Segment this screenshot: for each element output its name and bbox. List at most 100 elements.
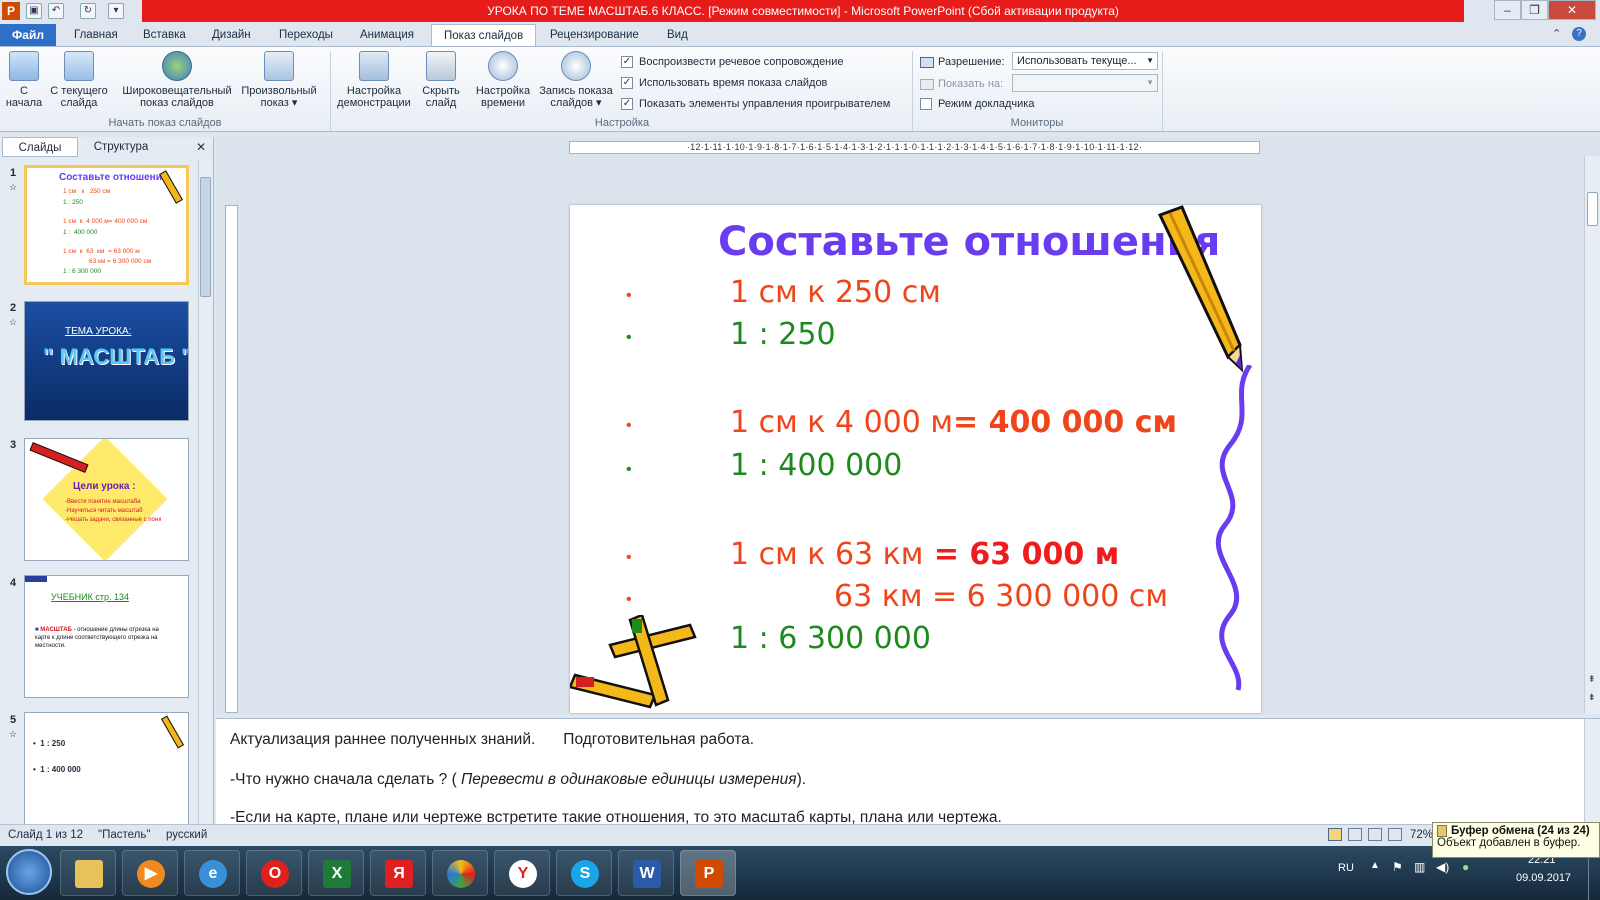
slide-number: 1 bbox=[10, 167, 17, 179]
ribbon-divider bbox=[1162, 51, 1163, 131]
tray-network-icon[interactable]: ▥ bbox=[1414, 860, 1425, 874]
tab-home[interactable]: Главная bbox=[62, 24, 130, 46]
taskbar-explorer[interactable] bbox=[60, 850, 116, 896]
from-current-button[interactable]: С текущего слайда bbox=[48, 51, 110, 109]
clipboard-notification[interactable]: Буфер обмена (24 из 24) Объект добавлен … bbox=[1432, 822, 1600, 858]
current-slide[interactable]: Составьте отношения • 1 см к 250 см • 1 … bbox=[570, 205, 1261, 713]
bullet: • bbox=[626, 461, 632, 478]
slideshow-view-icon[interactable] bbox=[1388, 828, 1402, 841]
taskbar-word[interactable]: W bbox=[618, 850, 674, 896]
normal-view-icon[interactable] bbox=[1328, 828, 1342, 841]
tab-file[interactable]: Файл bbox=[0, 24, 56, 46]
rehearse-timings-button[interactable]: Настройка времени bbox=[472, 51, 534, 109]
editor-vertical-scrollbar[interactable]: ⇞ ⇟ bbox=[1584, 156, 1600, 714]
tab-slides[interactable]: Слайды bbox=[2, 137, 78, 157]
tab-transitions[interactable]: Переходы bbox=[267, 24, 345, 46]
save-icon[interactable]: ▣ bbox=[26, 3, 42, 19]
slides-scrollbar[interactable] bbox=[198, 159, 212, 824]
taskbar-yandex-browser[interactable]: Я bbox=[370, 850, 426, 896]
taskbar-skype[interactable]: S bbox=[556, 850, 612, 896]
horizontal-ruler: ·12·1·11·1·10·1·9·1·8·1·7·1·6·1·5·1·4·1·… bbox=[569, 141, 1260, 154]
notes-scrollbar[interactable] bbox=[1584, 719, 1600, 825]
reading-view-icon[interactable] bbox=[1368, 828, 1382, 841]
thumb-line: 1 см к 4 000 м= 400 000 см bbox=[63, 218, 148, 225]
minimize-button[interactable]: – bbox=[1494, 0, 1521, 20]
clipboard-title: Буфер обмена (24 из 24) bbox=[1437, 825, 1595, 837]
redo-icon[interactable]: ↻ bbox=[80, 3, 96, 19]
maximize-button[interactable]: ❐ bbox=[1521, 0, 1548, 20]
window-title: УРОКА ПО ТЕМЕ МАСШТАБ.6 КЛАСС. [Режим со… bbox=[142, 0, 1464, 22]
notes-pane[interactable]: Актуализация раннее полученных знаний. По… bbox=[216, 718, 1600, 826]
taskbar-media-player[interactable]: ▶ bbox=[122, 850, 178, 896]
powerpoint-icon: P bbox=[695, 860, 723, 888]
taskbar-yandex[interactable]: Y bbox=[494, 850, 550, 896]
ie-icon: e bbox=[199, 860, 227, 888]
thumb-term: МАСШТАБ bbox=[40, 627, 72, 633]
ribbon-collapse-icon[interactable]: ⌃ bbox=[1552, 27, 1561, 40]
slide-line-2: 1 : 250 bbox=[730, 317, 836, 352]
next-slide-icon[interactable]: ⇟ bbox=[1588, 692, 1596, 703]
animation-star-icon: ☆ bbox=[9, 317, 18, 327]
resolution-dropdown[interactable]: Использовать текуще... ▼ bbox=[1012, 52, 1158, 70]
tab-review[interactable]: Рецензирование bbox=[538, 24, 651, 46]
taskbar-yandex-disk[interactable] bbox=[432, 850, 488, 896]
tray-volume-icon[interactable]: ◀) bbox=[1436, 860, 1449, 874]
close-button[interactable]: ✕ bbox=[1548, 0, 1596, 20]
language-status[interactable]: русский bbox=[166, 829, 207, 841]
yandex-ya-icon: Я bbox=[385, 860, 413, 888]
tab-insert[interactable]: Вставка bbox=[131, 24, 198, 46]
thumb-title: " МАСШТАБ " bbox=[43, 344, 189, 369]
hide-slide-button[interactable]: Скрыть слайд bbox=[416, 51, 466, 109]
media-controls-checkbox[interactable]: ✓ Показать элементы управления проигрыват… bbox=[621, 97, 890, 111]
taskbar-ie[interactable]: e bbox=[184, 850, 240, 896]
start-button[interactable] bbox=[6, 849, 52, 895]
tab-outline[interactable]: Структура bbox=[80, 137, 162, 157]
clock-date[interactable]: 09.09.2017 bbox=[1516, 872, 1571, 884]
tab-animation[interactable]: Анимация bbox=[348, 24, 426, 46]
setup-show-button[interactable]: Настройка демонстрации bbox=[336, 51, 412, 109]
tray-app-icon[interactable]: ● bbox=[1462, 860, 1469, 874]
word-icon: W bbox=[633, 860, 661, 888]
record-slideshow-button[interactable]: Запись показа слайдов ▾ bbox=[536, 51, 616, 109]
customize-toolbar-icon[interactable]: ▾ bbox=[108, 3, 124, 19]
bullet: • bbox=[626, 591, 632, 608]
record-clock-icon bbox=[561, 51, 591, 81]
taskbar-opera[interactable]: O bbox=[246, 850, 302, 896]
tab-slideshow[interactable]: Показ слайдов bbox=[431, 24, 537, 46]
taskbar-excel[interactable]: X bbox=[308, 850, 364, 896]
zoom-level[interactable]: 72% bbox=[1410, 829, 1433, 841]
scroll-thumb[interactable] bbox=[200, 177, 211, 297]
slide-line-4: 1 : 400 000 bbox=[730, 448, 903, 483]
skype-icon: S bbox=[571, 860, 599, 888]
slide-thumbnail-4[interactable]: УЧЕБНИК стр. 134 ■ МАСШТАБ - отношение д… bbox=[24, 575, 189, 698]
close-pane-icon[interactable]: ✕ bbox=[196, 140, 206, 154]
slide-thumbnail-1[interactable]: Составьте отношения 1 см к 250 см 1 : 25… bbox=[24, 165, 189, 285]
use-timings-checkbox[interactable]: ✓ Использовать время показа слайдов bbox=[621, 76, 827, 90]
slide-thumbnail-5[interactable]: • 1 : 250 • 1 : 400 000 bbox=[24, 712, 189, 824]
help-icon[interactable]: ? bbox=[1572, 27, 1586, 41]
slide-accent-bar bbox=[25, 576, 47, 582]
tab-view[interactable]: Вид bbox=[655, 24, 700, 46]
slide-thumbnail-3[interactable]: Цели урока : -Ввести понятие масштаба -Н… bbox=[24, 438, 189, 561]
previous-slide-icon[interactable]: ⇞ bbox=[1588, 674, 1596, 685]
monitor-icon bbox=[920, 56, 934, 68]
stopwatch-icon bbox=[488, 51, 518, 81]
slide-sorter-icon[interactable] bbox=[1348, 828, 1362, 841]
from-beginning-button[interactable]: С начала bbox=[4, 51, 44, 109]
input-language[interactable]: RU bbox=[1338, 862, 1354, 874]
taskbar-powerpoint[interactable]: P bbox=[680, 850, 736, 896]
undo-icon[interactable]: ↶ bbox=[48, 3, 64, 19]
tray-expand-icon[interactable]: ▲ bbox=[1370, 860, 1380, 871]
custom-show-button[interactable]: Произвольный показ ▾ bbox=[238, 51, 320, 109]
narration-checkbox[interactable]: ✓ Воспроизвести речевое сопровождение bbox=[621, 55, 844, 69]
thumb-line: 1 : 250 bbox=[63, 199, 83, 206]
tab-design[interactable]: Дизайн bbox=[200, 24, 263, 46]
ribbon-tabs: Файл Главная Вставка Дизайн Переходы Ани… bbox=[0, 22, 1600, 46]
powerpoint-app-icon[interactable]: P bbox=[2, 2, 20, 20]
slide-thumbnail-2[interactable]: ТЕМА УРОКА: " МАСШТАБ " bbox=[24, 301, 189, 421]
tray-flag-icon[interactable]: ⚑ bbox=[1392, 860, 1403, 874]
scroll-thumb[interactable] bbox=[1587, 192, 1598, 226]
broadcast-button[interactable]: Широковещательный показ слайдов bbox=[118, 51, 236, 109]
presenter-view-checkbox[interactable]: Режим докладчика bbox=[920, 97, 1034, 111]
show-on-dropdown[interactable]: ▼ bbox=[1012, 74, 1158, 92]
